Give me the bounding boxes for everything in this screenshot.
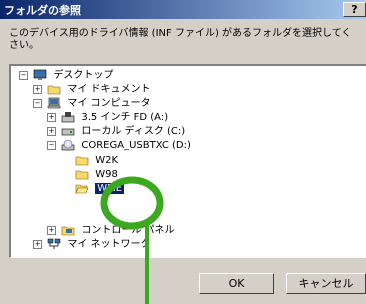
tree-item-floppy-a[interactable]: + 3.5 インチ FD (A:) bbox=[47, 111, 168, 125]
hard-disk-icon bbox=[61, 125, 75, 137]
tree-item-label: ローカル ディスク (C:) bbox=[81, 126, 186, 137]
tree-item-my-documents[interactable]: + マイ ドキュメント bbox=[33, 83, 151, 97]
instruction-text: このデバイス用のドライバ情報 (INF ファイル) があるフォルダを選択してく … bbox=[9, 28, 366, 52]
expand-icon[interactable]: + bbox=[47, 225, 56, 235]
folder-icon bbox=[75, 168, 89, 180]
ok-button[interactable]: OK bbox=[199, 273, 274, 294]
computer-icon bbox=[47, 97, 61, 109]
cancel-button[interactable]: キャンセル bbox=[286, 273, 366, 294]
desktop-icon bbox=[33, 69, 47, 81]
folder-tree[interactable]: − デスクトップ + マイ ドキュメント − マイ コンピュータ + 3.5 イ… bbox=[9, 64, 366, 258]
tree-item-local-disk-c[interactable]: + ローカル ディスク (C:) bbox=[47, 125, 185, 139]
expand-icon[interactable]: + bbox=[47, 126, 56, 136]
tree-item-w2k[interactable]: W2K bbox=[75, 154, 118, 168]
folder-icon bbox=[47, 83, 61, 95]
floppy-drive-icon bbox=[61, 111, 75, 123]
collapse-icon[interactable]: − bbox=[19, 70, 28, 80]
help-button[interactable]: ? bbox=[343, 2, 366, 17]
tree-item-label: マイ コンピュータ bbox=[67, 98, 151, 109]
expand-icon[interactable]: + bbox=[33, 84, 42, 94]
instruction-line-1: このデバイス用のドライバ情報 (INF ファイル) があるフォルダを選択してく bbox=[9, 28, 352, 39]
network-icon bbox=[47, 238, 61, 250]
tree-item-label: マイ ドキュメント bbox=[67, 84, 151, 95]
tree-item-label: COREGA_USBTXC (D:) bbox=[81, 140, 191, 151]
tree-item-label: 3.5 インチ FD (A:) bbox=[81, 112, 169, 123]
tree-item-my-computer[interactable]: − マイ コンピュータ bbox=[33, 97, 151, 111]
highlight-ring bbox=[100, 176, 164, 230]
expand-icon[interactable]: + bbox=[47, 112, 56, 122]
folder-open-icon bbox=[75, 182, 89, 195]
collapse-icon[interactable]: − bbox=[33, 98, 42, 108]
tree-item-label: デスクトップ bbox=[53, 70, 114, 81]
title-bar: フォルダの参照 ? bbox=[0, 0, 366, 19]
control-panel-icon bbox=[61, 224, 75, 236]
instruction-line-2: さい。 bbox=[9, 40, 39, 51]
cd-drive-icon bbox=[61, 139, 75, 151]
tree-item-corega-d[interactable]: − COREGA_USBTXC (D:) bbox=[47, 139, 191, 153]
tree-item-label: W2K bbox=[95, 155, 118, 166]
folder-icon bbox=[75, 154, 89, 166]
window-title: フォルダの参照 bbox=[4, 4, 81, 17]
tree-item-desktop[interactable]: − デスクトップ bbox=[19, 69, 113, 83]
expand-icon[interactable]: + bbox=[33, 239, 42, 249]
highlight-annotation bbox=[100, 176, 164, 304]
collapse-icon[interactable]: − bbox=[47, 140, 56, 150]
